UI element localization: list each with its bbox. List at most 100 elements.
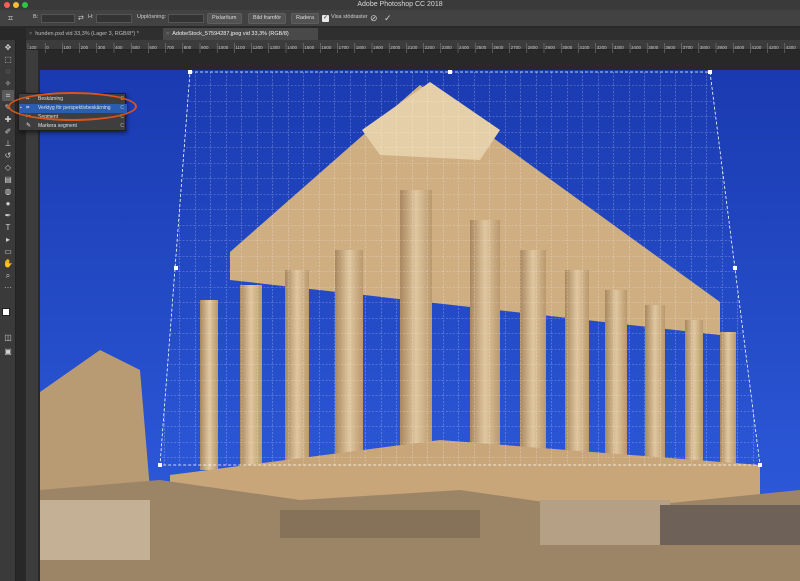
- shape-tool-icon[interactable]: ▭: [2, 246, 14, 257]
- resolution-field[interactable]: [168, 14, 204, 23]
- parthenon-photo: [40, 70, 800, 581]
- ruler-tick-label: 1700: [339, 45, 350, 50]
- clear-button[interactable]: Radera: [291, 13, 320, 24]
- ruler-tick-label: 3100: [579, 45, 590, 50]
- close-tab-icon[interactable]: ×: [29, 31, 32, 37]
- ruler-tick-label: 2000: [390, 45, 401, 50]
- height-label: H:: [88, 14, 94, 20]
- ruler-tick-label: 3500: [648, 45, 659, 50]
- lasso-tool-icon[interactable]: ◌: [2, 66, 14, 77]
- ruler-tick-label: 3200: [597, 45, 608, 50]
- units-select[interactable]: Pixlar/tum: [207, 13, 242, 24]
- ruler-tick-label: 1600: [321, 45, 332, 50]
- ruler-tick-label: 4200: [769, 45, 780, 50]
- zoom-tool-icon[interactable]: ⌕: [2, 270, 14, 281]
- perspective-grid[interactable]: [160, 72, 760, 465]
- window-title: Adobe Photoshop CC 2018: [357, 1, 443, 8]
- crop-handle[interactable]: [448, 70, 452, 74]
- ruler-tick-label: 2100: [407, 45, 418, 50]
- units-value: Pixlar/tum: [212, 15, 237, 21]
- ruler-tick-label: 2900: [545, 45, 556, 50]
- hand-tool-icon[interactable]: ✋: [2, 258, 14, 269]
- ruler-tick-label: 2400: [459, 45, 470, 50]
- ruler-tick-label: 300: [98, 45, 106, 50]
- ruler-tick-label: 1500: [304, 45, 315, 50]
- perspective-crop-tool-icon[interactable]: ⌗: [2, 90, 14, 101]
- document-tab-bar: × hunden.psd vid 33,3% (Lager 3, RGB/8*) …: [26, 28, 800, 40]
- history-brush-tool-icon[interactable]: ↺: [2, 150, 14, 161]
- ruler-tick-label: 1300: [270, 45, 281, 50]
- ruler-tick-label: 4300: [786, 45, 797, 50]
- quick-mask-icon[interactable]: ◫: [2, 332, 14, 343]
- ruler-tick-label: 200: [81, 45, 89, 50]
- height-field[interactable]: [96, 14, 132, 23]
- crop-handle[interactable]: [174, 266, 178, 270]
- ruler-tick-label: 2200: [425, 45, 436, 50]
- ruler-tick-label: 900: [201, 45, 209, 50]
- clone-stamp-tool-icon[interactable]: ⊥: [2, 138, 14, 149]
- path-selection-tool-icon[interactable]: ▸: [2, 234, 14, 245]
- ruler-tick-label: 3300: [614, 45, 625, 50]
- healing-brush-tool-icon[interactable]: ✚: [2, 114, 14, 125]
- type-tool-icon[interactable]: T: [2, 222, 14, 233]
- photoshop-window: Adobe Photoshop CC 2018 ⌗ B: ⇄ H: Upplös…: [0, 0, 800, 581]
- resolution-label: Upplösning:: [137, 14, 167, 20]
- ruler-tick-label: 500: [132, 45, 140, 50]
- ruler-tick-label: 100: [63, 45, 71, 50]
- ruler-tick-label: 4000: [734, 45, 745, 50]
- stone-block: [540, 500, 670, 545]
- marquee-tool-icon[interactable]: ⬚: [2, 54, 14, 65]
- document-canvas[interactable]: [40, 70, 800, 581]
- ruler-tick-label: 2600: [493, 45, 504, 50]
- width-label: B:: [33, 14, 39, 20]
- swap-icon[interactable]: ⇄: [78, 13, 84, 24]
- dodge-tool-icon[interactable]: ●: [2, 198, 14, 209]
- ruler-ticks: 100 0 100 200 300 400 500 600 700 800 900 1000 1100 1…: [27, 43, 797, 53]
- ruler-tick-label: 0: [46, 45, 49, 50]
- cancel-circle-icon[interactable]: ⊘: [370, 13, 378, 24]
- flyout-item-slice-select[interactable]: ✎ Markera segment C: [19, 122, 127, 131]
- tab-label: hunden.psd vid 33,3% (Lager 3, RGB/8*) *: [35, 31, 139, 37]
- tab-adobestock[interactable]: × AdobeStock_57594287.jpeg vid 33,3% (RGB…: [163, 28, 318, 40]
- move-tool-icon[interactable]: ✥: [2, 42, 14, 53]
- flyout-item-label: Markera segment: [38, 123, 77, 129]
- foreground-color-swatch[interactable]: [2, 308, 10, 316]
- blur-tool-icon[interactable]: ◍: [2, 186, 14, 197]
- close-tab-icon[interactable]: ×: [166, 31, 169, 37]
- ruler-tick-label: 600: [149, 45, 157, 50]
- more-tools-icon[interactable]: ···: [2, 282, 14, 293]
- ruler-tick-label: 400: [115, 45, 123, 50]
- highlight-annotation-oval: [8, 92, 137, 121]
- show-grid-checkbox[interactable]: ✓: [322, 15, 329, 22]
- ruler-tick-label: 800: [184, 45, 192, 50]
- crop-handle[interactable]: [188, 70, 192, 74]
- stone-block: [40, 500, 150, 560]
- front-image-button[interactable]: Bild framför: [248, 13, 287, 24]
- ruler-tick-label: 2700: [511, 45, 522, 50]
- crop-handle[interactable]: [733, 266, 737, 270]
- ruler-tick-label: 1400: [287, 45, 298, 50]
- ruler-tick-label: 2300: [442, 45, 453, 50]
- ruler-tick-label: 700: [167, 45, 175, 50]
- ruler-tick-label: 2500: [476, 45, 487, 50]
- flyout-item-shortcut: C: [120, 123, 124, 129]
- crop-handle[interactable]: [708, 70, 712, 74]
- tools-panel: ✥ ⬚ ◌ ✧ ⌗ ✎ ✚ ✐ ⊥ ↺ ◇ ▤ ◍ ● ✒ T ▸ ▭ ✋ ⌕ …: [0, 40, 16, 581]
- crop-handle[interactable]: [758, 463, 762, 467]
- brush-tool-icon[interactable]: ✐: [2, 126, 14, 137]
- ruler-tick-label: 3700: [683, 45, 694, 50]
- pen-tool-icon[interactable]: ✒: [2, 210, 14, 221]
- stone-block: [280, 510, 480, 538]
- ruler-tick-label: 2800: [528, 45, 539, 50]
- crop-handle[interactable]: [158, 463, 162, 467]
- perspective-crop-tool-icon[interactable]: ⌗: [8, 13, 13, 24]
- magic-wand-tool-icon[interactable]: ✧: [2, 78, 14, 89]
- ruler-tick-label: 3000: [562, 45, 573, 50]
- checkmark-icon[interactable]: ✓: [384, 13, 392, 24]
- horizontal-ruler[interactable]: 100 0 100 200 300 400 500 600 700 800 900 1000 1100 1…: [26, 40, 800, 53]
- gradient-tool-icon[interactable]: ▤: [2, 174, 14, 185]
- screen-mode-icon[interactable]: ▣: [2, 346, 14, 357]
- width-field[interactable]: [41, 14, 75, 23]
- tab-hunden[interactable]: × hunden.psd vid 33,3% (Lager 3, RGB/8*) …: [26, 28, 161, 40]
- eraser-tool-icon[interactable]: ◇: [2, 162, 14, 173]
